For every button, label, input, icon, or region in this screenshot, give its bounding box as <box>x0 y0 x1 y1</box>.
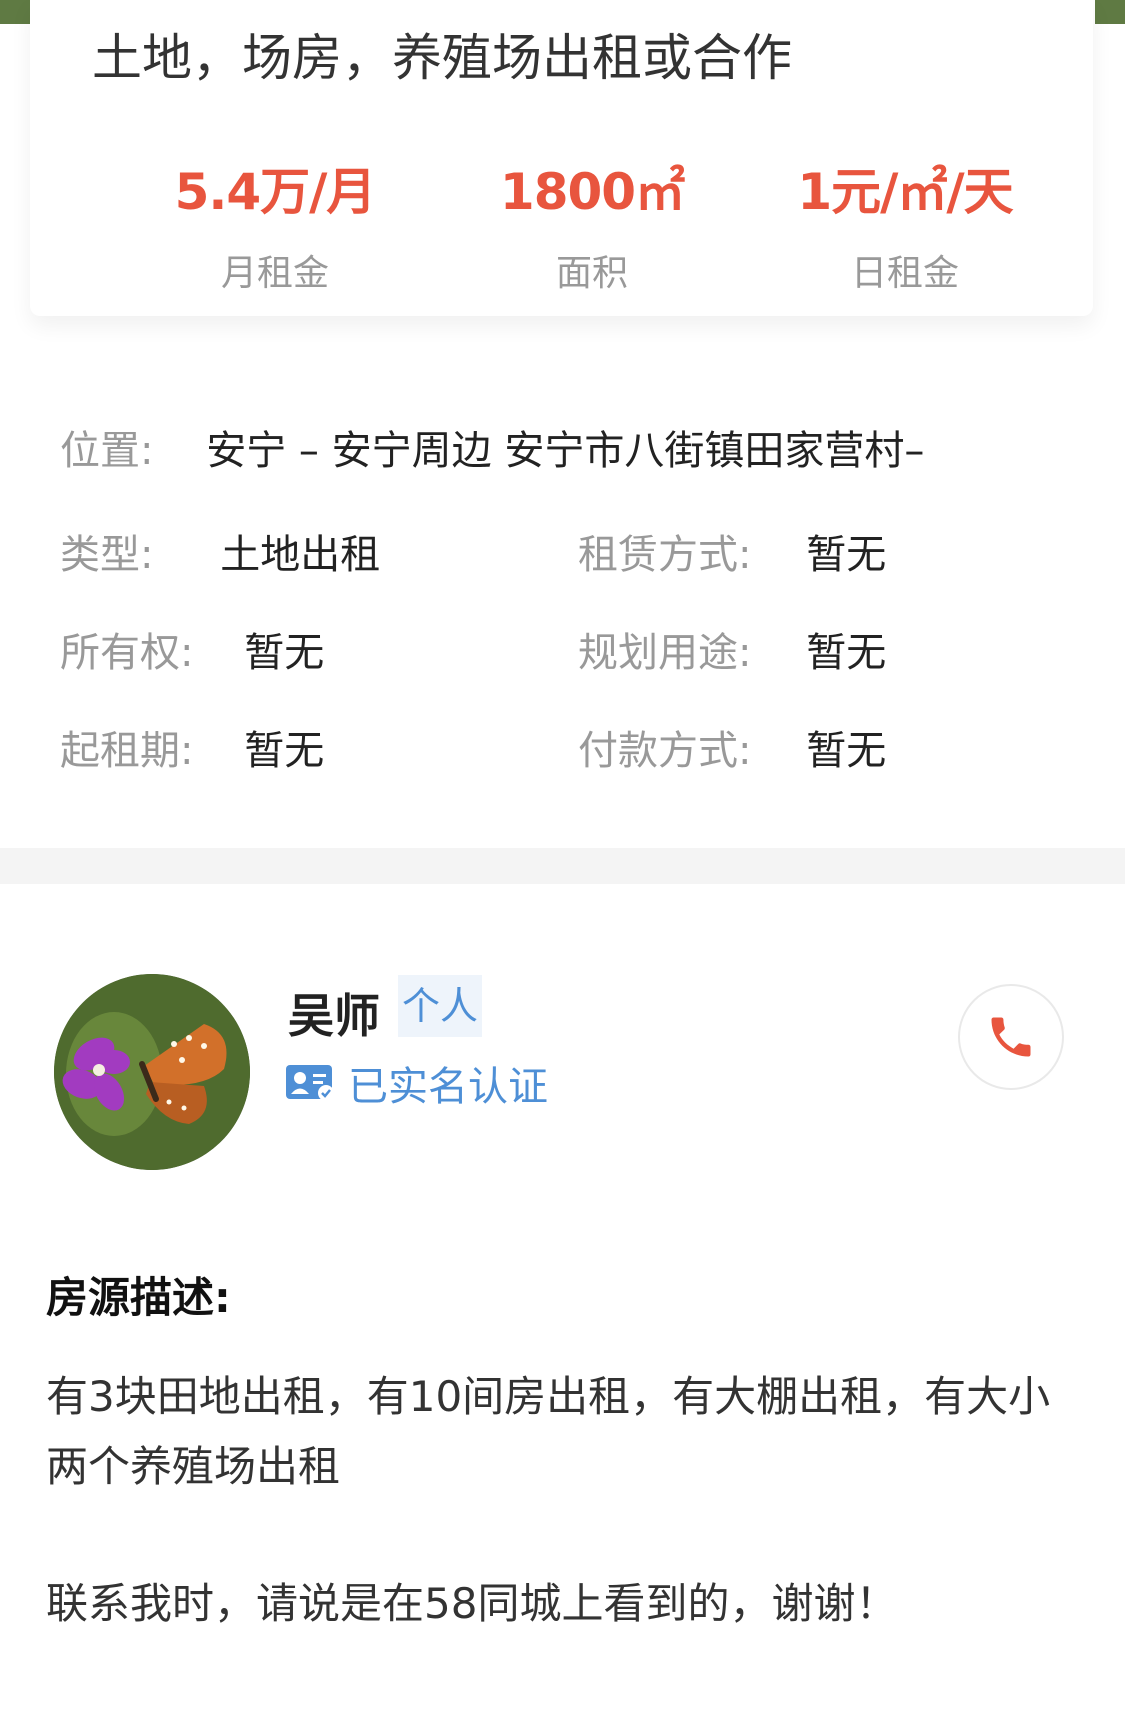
detail-label: 规划用途: <box>578 630 752 676</box>
detail-label: 所有权: <box>60 630 194 676</box>
id-card-verified-icon <box>286 1065 334 1101</box>
detail-label: 位置: <box>60 428 154 474</box>
detail-label: 租赁方式: <box>578 532 752 578</box>
stat-value: 5.4万/月 <box>174 163 377 221</box>
owner-type-badge: 个人 <box>398 975 483 1037</box>
detail-label: 起租期: <box>60 728 194 774</box>
detail-value: 暂无 <box>806 532 887 578</box>
stat-daily-rent: 1元/㎡/天 日租金 <box>750 152 1060 296</box>
cover-image-edge-left <box>0 0 30 24</box>
stat-label: 面积 <box>555 253 628 294</box>
stat-value: 1元/㎡/天 <box>797 163 1013 221</box>
description-body: 有3块田地出租，有10间房出租，有大棚出租，有大小两个养殖场出租 <box>46 1372 1051 1491</box>
summary-card: 土地，场房，养殖场出租或合作 5.4万/月 月租金 1800㎡ 面积 1元/㎡/… <box>30 0 1093 316</box>
section-divider <box>0 848 1125 884</box>
butterfly-avatar-icon <box>54 974 250 1170</box>
contact-note: 联系我时，请说是在58同城上看到的，谢谢！ <box>46 1579 898 1628</box>
phone-icon <box>991 1017 1031 1057</box>
cover-image-edge-right <box>1095 0 1125 24</box>
listing-title: 土地，场房，养殖场出租或合作 <box>92 29 792 87</box>
detail-value: 暂无 <box>244 630 325 676</box>
call-button[interactable] <box>958 984 1064 1090</box>
detail-payment: 付款方式: 暂无 <box>578 718 886 776</box>
stat-value: 1800㎡ <box>499 163 685 221</box>
detail-value: 暂无 <box>244 728 325 774</box>
description-title: 房源描述: <box>46 1273 231 1322</box>
stat-area: 1800㎡ 面积 <box>437 152 747 296</box>
detail-plan: 规划用途: 暂无 <box>578 620 886 678</box>
owner-avatar[interactable] <box>54 974 250 1170</box>
detail-label: 付款方式: <box>578 728 752 774</box>
detail-type: 类型: 土地出租 <box>60 522 380 580</box>
detail-value: 暂无 <box>806 728 887 774</box>
detail-lease: 租赁方式: 暂无 <box>578 522 886 580</box>
detail-value: 暂无 <box>806 630 887 676</box>
detail-ownership: 所有权: 暂无 <box>60 620 324 678</box>
detail-start: 起租期: 暂无 <box>60 718 324 776</box>
detail-location: 位置: 安宁 – 安宁周边 安宁市八街镇田家营村– <box>60 418 924 476</box>
detail-label: 类型: <box>60 532 154 578</box>
verified-text: 已实名认证 <box>348 1064 548 1110</box>
owner-name: 吴师 <box>288 989 380 1043</box>
stat-label: 月租金 <box>220 253 329 294</box>
detail-value: 土地出租 <box>220 532 381 578</box>
stat-label: 日租金 <box>850 253 959 294</box>
verified-badge: 已实名认证 <box>286 1054 548 1112</box>
detail-value: 安宁 – 安宁周边 安宁市八街镇田家营村– <box>206 428 925 474</box>
stat-monthly-rent: 5.4万/月 月租金 <box>120 152 430 296</box>
